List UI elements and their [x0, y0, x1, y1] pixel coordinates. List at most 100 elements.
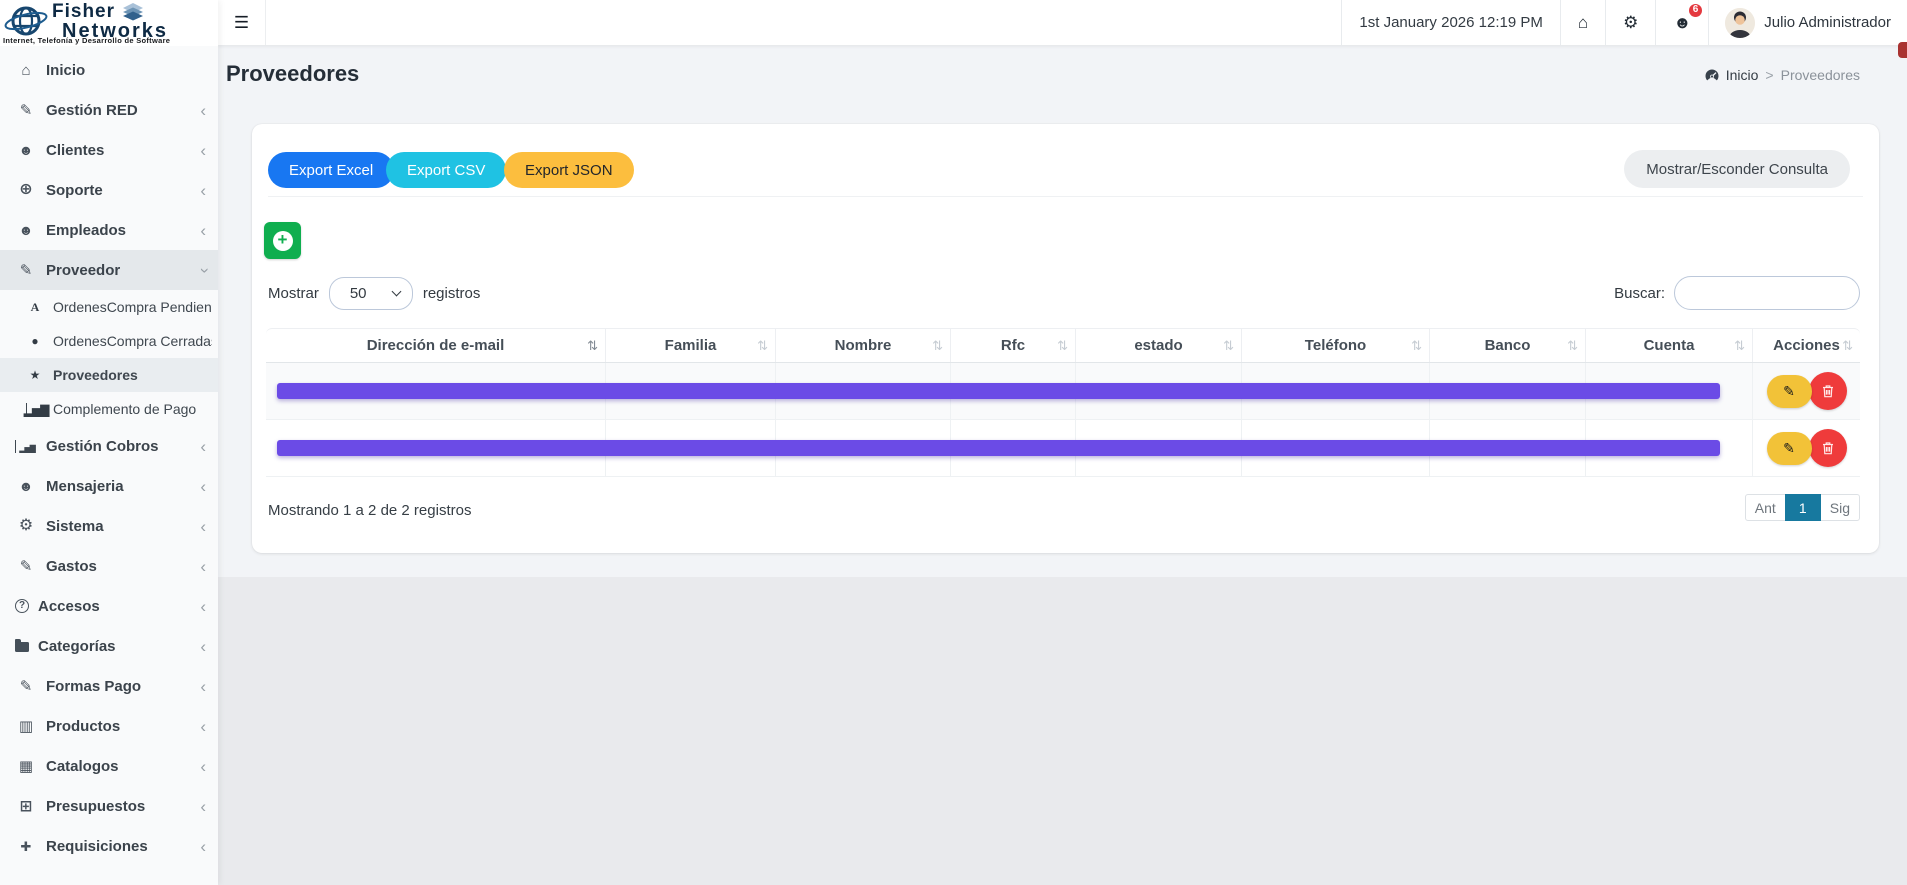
chevron-left-icon: ‹ [200, 838, 206, 855]
sidebar-item-formas-pago[interactable]: ✎Formas Pago‹ [0, 666, 218, 706]
sidebar-subitem-ordenescompra-cerradas[interactable]: ●OrdenesCompra Cerradas [0, 324, 218, 358]
datetime-display: 1st January 2026 12:19 PM [1341, 0, 1559, 45]
table-cell [1429, 363, 1585, 419]
sidebar-item-label: Sistema [46, 518, 104, 535]
sidebar-item-soporte[interactable]: ⊕Soporte‹ [0, 170, 218, 210]
sidebar-item-presupuestos[interactable]: ⊞Presupuestos‹ [0, 786, 218, 826]
lifering-icon: ⊕ [15, 182, 37, 198]
table-info: Mostrando 1 a 2 de 2 registros [268, 502, 471, 519]
column-header-estado[interactable]: estado⇅ [1075, 329, 1241, 362]
edge-marker [1898, 42, 1907, 58]
sidebar-subitem-ordenescompra-pendientes[interactable]: AOrdenesCompra Pendientes [0, 290, 218, 324]
sidebar-item-requisiciones[interactable]: ✚Requisiciones‹ [0, 826, 218, 866]
page-size-select[interactable]: 50 [329, 277, 413, 310]
bars-vertical-icon: ▥ [15, 718, 37, 734]
edit-button[interactable]: ✎ [1767, 375, 1812, 408]
star-icon: ★ [26, 367, 44, 383]
sidebar-item-productos[interactable]: ▥Productos‹ [0, 706, 218, 746]
column-header-rfc[interactable]: Rfc⇅ [950, 329, 1075, 362]
sidebar-item-inicio[interactable]: ⌂Inicio [0, 50, 218, 90]
breadcrumb: Inicio > Proveedores [1704, 45, 1860, 105]
records-label: registros [423, 285, 481, 302]
chevron-left-icon: ‹ [200, 798, 206, 815]
column-header-label: estado [1134, 337, 1182, 354]
table-cell [950, 420, 1075, 476]
sidebar-item-label: Clientes [46, 142, 104, 159]
table-cell [1241, 420, 1429, 476]
chevron-left-icon: ‹ [200, 102, 206, 119]
users-notifications-icon[interactable]: ☻6 [1655, 0, 1708, 45]
column-header-banco[interactable]: Banco⇅ [1429, 329, 1585, 362]
table-cell: ✎ [1752, 420, 1860, 476]
chevron-left-icon: ‹ [200, 478, 206, 495]
column-header-label: Acciones [1773, 337, 1840, 354]
chevron-left-icon: ‹ [200, 678, 206, 695]
column-header-acciones[interactable]: Acciones⇅ [1752, 329, 1860, 362]
pagination-prev-button[interactable]: Ant [1745, 494, 1786, 521]
toggle-query-button[interactable]: Mostrar/Esconder Consulta [1624, 150, 1850, 188]
sidebar-item-accesos[interactable]: ?Accesos‹ [0, 586, 218, 626]
column-header-label: Banco [1485, 337, 1531, 354]
sidebar-item-label: Gestión RED [46, 102, 138, 119]
sort-icon: ⇅ [1411, 338, 1422, 354]
pagination-page-1-button[interactable]: 1 [1785, 494, 1821, 521]
sidebar-item-categorias[interactable]: Categorías‹ [0, 626, 218, 666]
sidebar-item-gastos[interactable]: ✎Gastos‹ [0, 546, 218, 586]
user-menu[interactable]: Julio Administrador [1708, 0, 1907, 45]
sidebar-item-gestion-cobros[interactable]: ▂▅▇Gestión Cobros‹ [0, 426, 218, 466]
chevron-left-icon: ‹ [200, 758, 206, 775]
chevron-left-icon: ‹ [200, 438, 206, 455]
column-header-cuenta[interactable]: Cuenta ⇅ [1585, 329, 1752, 362]
sidebar-item-clientes[interactable]: ☻ Clientes ‹ [0, 130, 218, 170]
sidebar-item-empleados[interactable]: ☻Empleados‹ [0, 210, 218, 250]
top-navbar: ☰ 1st January 2026 12:19 PM ⌂ ⚙ ☻6 Julio… [218, 0, 1907, 45]
sidebar-menu: ⌂Inicio✎Gestión RED‹☻Clientes‹⊕Soporte‹☻… [0, 46, 218, 866]
chart-icon: ▂▅▇ [26, 403, 44, 416]
sidebar-item-label: Inicio [46, 62, 85, 79]
pencil-icon: ✎ [15, 262, 37, 278]
column-header-label: Familia [665, 337, 717, 354]
sidebar-item-proveedor[interactable]: ✎Proveedor‹ [0, 250, 218, 290]
edit-button[interactable]: ✎ [1767, 432, 1812, 465]
sidebar-item-label: Empleados [46, 222, 126, 239]
pagination-next-button[interactable]: Sig [1820, 494, 1860, 521]
submenu: AOrdenesCompra Pendientes●OrdenesCompra … [0, 290, 218, 426]
chevron-left-icon: ‹ [200, 142, 206, 159]
hamburger-menu-icon[interactable]: ☰ [218, 0, 266, 45]
table-cell [950, 363, 1075, 419]
delete-button[interactable] [1809, 372, 1847, 410]
export-excel-button[interactable]: Export Excel [268, 152, 394, 188]
settings-cogs-icon[interactable]: ⚙ [1605, 0, 1655, 45]
column-header-label: Cuenta [1644, 337, 1695, 354]
sidebar-item-mensajeria[interactable]: ☻Mensajeria‹ [0, 466, 218, 506]
export-csv-button[interactable]: Export CSV [386, 152, 506, 188]
column-header-telefono[interactable]: Teléfono⇅ [1241, 329, 1429, 362]
search-label: Buscar: [1614, 285, 1665, 302]
sidebar-item-catalogos[interactable]: ▦Catalogos‹ [0, 746, 218, 786]
export-json-button[interactable]: Export JSON [504, 152, 634, 188]
brand-logo[interactable]: Fisher Networks Internet, Telefonía y De… [0, 0, 218, 46]
sort-icon: ⇅ [757, 338, 768, 354]
table-cell [775, 420, 950, 476]
delete-button[interactable] [1809, 429, 1847, 467]
sidebar-item-sistema[interactable]: ⚙Sistema‹ [0, 506, 218, 546]
home-icon[interactable]: ⌂ [1560, 0, 1605, 45]
users-icon: ☻ [15, 142, 37, 158]
show-label: Mostrar [268, 285, 319, 302]
search-input[interactable] [1674, 276, 1860, 310]
sort-icon: ⇅ [1734, 338, 1745, 354]
notification-badge: 6 [1689, 4, 1703, 17]
add-record-button[interactable]: + [264, 222, 301, 259]
sidebar-item-gestion-red[interactable]: ✎Gestión RED‹ [0, 90, 218, 130]
breadcrumb-current: Proveedores [1781, 67, 1860, 83]
sidebar-subitem-complemento-de-pago[interactable]: ▂▅▇Complemento de Pago [0, 392, 218, 426]
column-header-direccion-de-e-mail[interactable]: Dirección de e-mail⇅ [266, 329, 605, 362]
column-header-familia[interactable]: Familia ⇅ [605, 329, 775, 362]
breadcrumb-home-link[interactable]: Inicio [1704, 67, 1759, 83]
column-header-nombre[interactable]: Nombre⇅ [775, 329, 950, 362]
sidebar-subitem-proveedores[interactable]: ★Proveedores [0, 358, 218, 392]
chevron-left-icon: ‹ [200, 638, 206, 655]
trash-icon [1821, 384, 1835, 399]
pencil-icon: ✎ [15, 678, 37, 694]
pagination: Ant 1 Sig [1745, 494, 1860, 521]
